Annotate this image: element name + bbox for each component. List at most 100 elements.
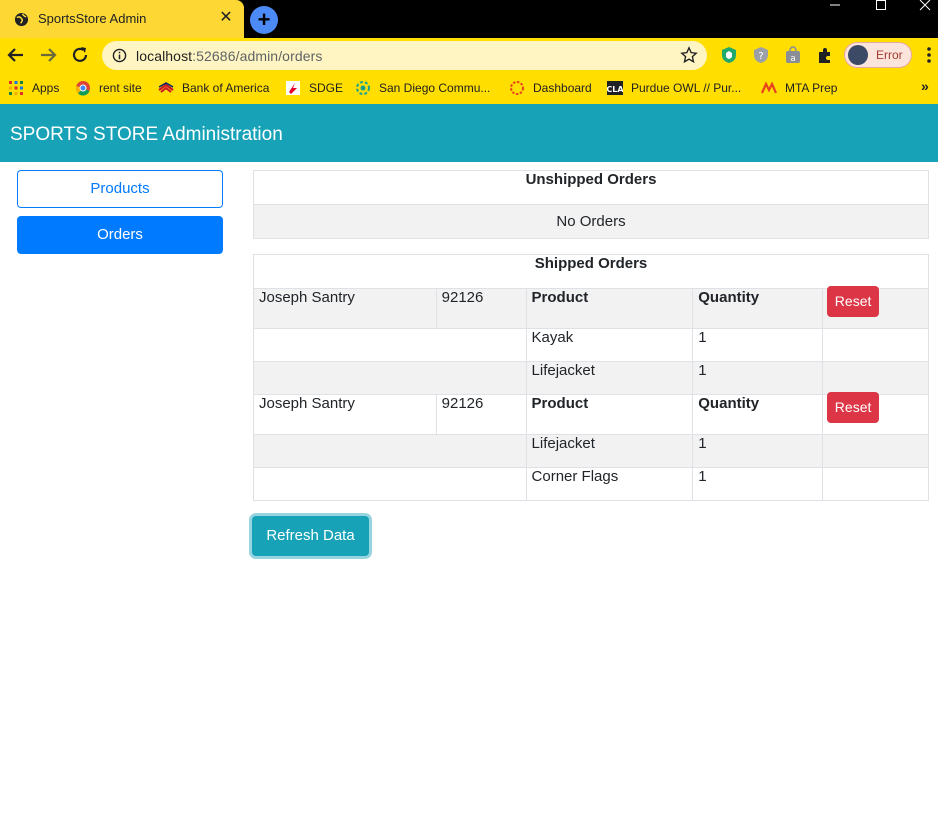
bookmark-bank-of-america[interactable]: Bank of America bbox=[158, 80, 273, 96]
app-header: SPORTS STORE Administration bbox=[0, 104, 938, 162]
order-line-row: Lifejacket 1 bbox=[253, 361, 929, 395]
product-quantity: 1 bbox=[692, 467, 824, 501]
product-name: Lifejacket bbox=[525, 361, 694, 395]
order-header-row: Joseph Santry 92126 Product Quantity Res… bbox=[253, 286, 929, 329]
bookmark-label: San Diego Commu... bbox=[379, 81, 491, 95]
help-extension-icon[interactable]: ? bbox=[752, 46, 770, 64]
product-quantity: 1 bbox=[692, 434, 824, 468]
refresh-data-button[interactable]: Refresh Data bbox=[252, 516, 369, 556]
customer-zip: 92126 bbox=[435, 288, 527, 329]
empty-cell bbox=[253, 361, 527, 395]
reload-icon[interactable] bbox=[69, 44, 91, 66]
community-icon bbox=[356, 81, 370, 95]
page-title: SPORTS STORE Administration bbox=[10, 124, 283, 145]
bookmark-san-diego-community[interactable]: San Diego Commu... bbox=[355, 80, 495, 96]
empty-cell bbox=[822, 467, 929, 501]
bookmark-label: Dashboard bbox=[533, 81, 592, 95]
customer-zip: 92126 bbox=[435, 394, 527, 435]
product-column-header: Product bbox=[525, 288, 694, 329]
browser-toolbar: localhost:52686/admin/orders ? a Error bbox=[0, 38, 938, 72]
quantity-column-header: Quantity bbox=[692, 394, 824, 435]
profile-button[interactable]: Error bbox=[844, 42, 912, 68]
url-host: localhost bbox=[136, 48, 193, 64]
maximize-button[interactable] bbox=[858, 0, 904, 14]
minimize-icon bbox=[830, 4, 840, 6]
orders-nav-button[interactable]: Orders bbox=[17, 216, 223, 254]
bookmark-label: SDGE bbox=[309, 81, 344, 95]
order-line-row: Lifejacket 1 bbox=[253, 434, 929, 468]
maximize-icon bbox=[876, 0, 886, 10]
bookmark-dashboard[interactable]: Dashboard bbox=[509, 80, 594, 96]
product-column-header: Product bbox=[525, 394, 694, 435]
dashboard-icon bbox=[510, 81, 524, 95]
mta-icon bbox=[761, 81, 777, 94]
chrome-icon bbox=[75, 81, 90, 96]
product-name: Kayak bbox=[525, 328, 694, 362]
bookmark-star-icon[interactable] bbox=[680, 46, 698, 64]
bookmark-apps[interactable]: Apps bbox=[8, 80, 64, 96]
close-window-button[interactable] bbox=[902, 0, 938, 14]
site-info-icon[interactable] bbox=[112, 48, 127, 63]
cla-icon: CLA bbox=[607, 81, 623, 95]
browser-tabstrip: SportsStore Admin ✕ + bbox=[0, 0, 938, 38]
address-bar[interactable]: localhost:52686/admin/orders bbox=[102, 41, 707, 70]
no-orders-message: No Orders bbox=[253, 204, 929, 239]
forward-arrow-icon[interactable] bbox=[37, 44, 59, 66]
bookmark-purdue-owl[interactable]: CLA Purdue OWL // Pur... bbox=[607, 80, 747, 96]
reset-cell: Reset bbox=[822, 392, 929, 435]
extensions-puzzle-icon[interactable] bbox=[816, 46, 834, 64]
apps-grid-icon bbox=[9, 81, 23, 95]
empty-cell bbox=[822, 434, 929, 468]
bank-of-america-icon bbox=[158, 82, 174, 93]
order-line-row: Corner Flags 1 bbox=[253, 467, 929, 501]
order-line-row: Kayak 1 bbox=[253, 328, 929, 362]
products-nav-button[interactable]: Products bbox=[17, 170, 223, 208]
bookmark-label: Bank of America bbox=[182, 81, 270, 95]
shipped-orders-table: Shipped Orders Joseph Santry 92126 Produ… bbox=[253, 254, 929, 501]
globe-icon bbox=[14, 12, 29, 27]
svg-text:CLA: CLA bbox=[607, 85, 623, 94]
sdge-icon bbox=[286, 81, 300, 95]
unshipped-orders-title: Unshipped Orders bbox=[253, 170, 929, 205]
more-bookmarks-chevron-icon[interactable]: » bbox=[921, 78, 929, 94]
back-arrow-icon[interactable] bbox=[5, 44, 27, 66]
reset-button[interactable]: Reset bbox=[827, 392, 880, 423]
bookmark-sdge[interactable]: SDGE bbox=[285, 80, 345, 96]
empty-cell bbox=[253, 434, 527, 468]
product-quantity: 1 bbox=[692, 328, 824, 362]
bookmark-rent-site[interactable]: rent site bbox=[75, 80, 147, 96]
browser-tab[interactable]: SportsStore Admin ✕ bbox=[0, 0, 244, 38]
product-name: Corner Flags bbox=[525, 467, 694, 501]
empty-cell bbox=[253, 467, 527, 501]
bookmark-label: rent site bbox=[99, 81, 142, 95]
new-tab-button[interactable]: + bbox=[250, 6, 278, 34]
quantity-column-header: Quantity bbox=[692, 288, 824, 329]
reset-cell: Reset bbox=[822, 286, 929, 329]
close-icon bbox=[919, 0, 931, 11]
empty-cell bbox=[253, 328, 527, 362]
bag-extension-icon[interactable]: a bbox=[784, 46, 802, 64]
svg-text:a: a bbox=[790, 54, 796, 64]
customer-name: Joseph Santry bbox=[253, 288, 437, 329]
order-header-row: Joseph Santry 92126 Product Quantity Res… bbox=[253, 392, 929, 435]
shipped-orders-title: Shipped Orders bbox=[253, 254, 929, 289]
avatar bbox=[848, 45, 868, 65]
empty-cell bbox=[822, 328, 929, 362]
close-tab-icon[interactable]: ✕ bbox=[216, 8, 236, 28]
empty-cell bbox=[822, 361, 929, 395]
product-quantity: 1 bbox=[692, 361, 824, 395]
bookmark-label: Purdue OWL // Pur... bbox=[631, 81, 742, 95]
product-name: Lifejacket bbox=[525, 434, 694, 468]
minimize-button[interactable] bbox=[812, 0, 858, 14]
shield-extension-icon[interactable] bbox=[720, 46, 738, 64]
bookmark-label: MTA Prep bbox=[785, 81, 838, 95]
bookmark-mta-prep[interactable]: MTA Prep bbox=[761, 80, 841, 96]
url-path: :52686/admin/orders bbox=[192, 48, 323, 64]
tab-title: SportsStore Admin bbox=[38, 11, 147, 26]
unshipped-orders-table: Unshipped Orders No Orders bbox=[253, 170, 929, 239]
browser-menu-icon[interactable] bbox=[924, 46, 934, 64]
url-text: localhost:52686/admin/orders bbox=[136, 48, 322, 64]
reset-button[interactable]: Reset bbox=[827, 286, 880, 317]
customer-name: Joseph Santry bbox=[253, 394, 437, 435]
bookmarks-bar: Apps rent site Bank of America SDGE San … bbox=[0, 72, 938, 104]
